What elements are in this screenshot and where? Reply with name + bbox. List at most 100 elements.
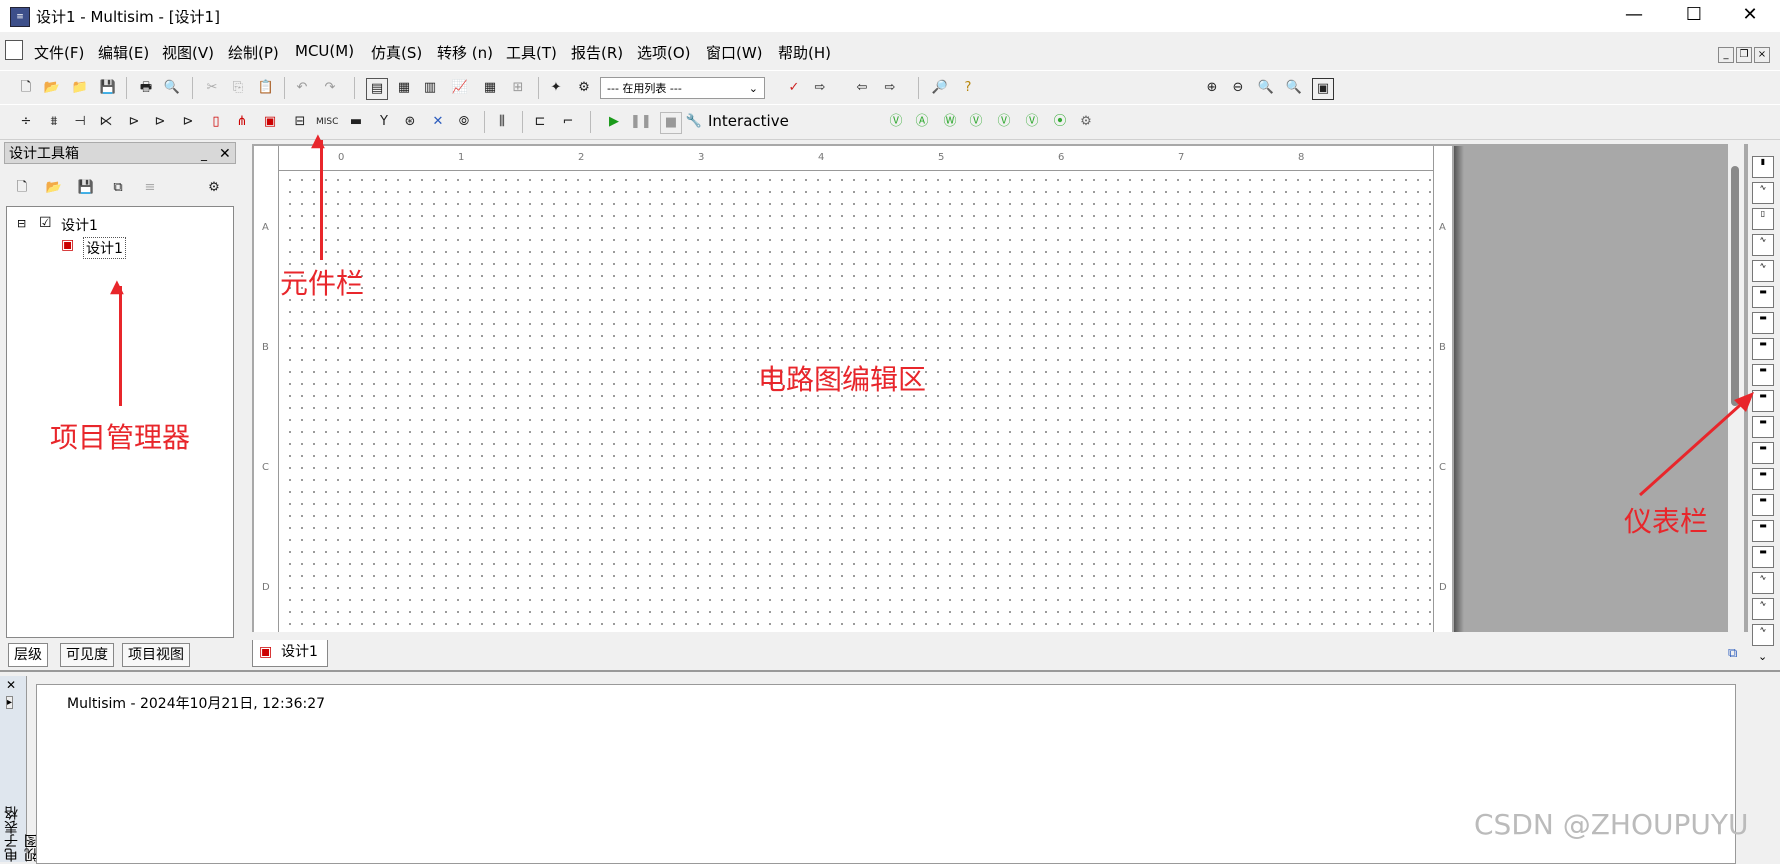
open-sample-icon[interactable]: 📁 bbox=[70, 78, 90, 98]
probe-diff-voltage-icon[interactable]: Ⓥ bbox=[966, 112, 986, 132]
agilent-oscilloscope-icon[interactable]: ∿ bbox=[1752, 572, 1774, 594]
function-generator-icon[interactable]: ∿ bbox=[1752, 182, 1774, 204]
tree-root-item[interactable]: 设计1 bbox=[61, 215, 98, 235]
probe-ground-icon[interactable]: Ⓥ bbox=[1022, 112, 1042, 132]
chevron-down-icon[interactable]: ⌄ bbox=[1758, 650, 1767, 663]
diode-component-icon[interactable]: ⊣ bbox=[70, 112, 90, 132]
minimize-button[interactable]: — bbox=[1604, 0, 1664, 32]
menu-tools[interactable]: 工具(T) bbox=[506, 42, 557, 63]
menu-simulate[interactable]: 仿真(S) bbox=[371, 42, 422, 63]
probe-voltage-icon[interactable]: Ⓥ bbox=[886, 112, 906, 132]
in-use-list-dropdown[interactable]: --- 在用列表 --- ⌄ bbox=[600, 77, 765, 99]
expand-icon[interactable]: ▸ bbox=[6, 696, 14, 709]
menu-transfer[interactable]: 转移 (n) bbox=[437, 42, 493, 63]
panel-float-icon[interactable]: _ bbox=[201, 143, 207, 165]
database-manager-icon[interactable]: ▥ bbox=[420, 78, 440, 98]
menu-place[interactable]: 绘制(P) bbox=[228, 42, 279, 63]
open-design-icon[interactable]: 📂 bbox=[44, 178, 64, 198]
open-file-icon[interactable]: 📂 bbox=[42, 78, 62, 98]
menu-mcu[interactable]: MCU(M) bbox=[295, 42, 354, 60]
zoom-in-icon[interactable]: ⊕ bbox=[1202, 78, 1222, 98]
save-design-icon[interactable]: 💾 bbox=[76, 178, 96, 198]
schematic-workspace[interactable]: 0 1 2 3 4 5 6 7 8 A B C D A B C D bbox=[252, 144, 1748, 632]
tab-hierarchy[interactable]: 层级 bbox=[8, 643, 48, 667]
close-icon[interactable]: ✕ bbox=[6, 678, 16, 692]
close-design-icon[interactable]: ⧉ bbox=[108, 178, 128, 198]
probe-reference-icon[interactable]: Ⓥ bbox=[994, 112, 1014, 132]
full-screen-icon[interactable]: ▣ bbox=[1312, 78, 1334, 100]
advanced-peripherals-icon[interactable]: ▬ bbox=[346, 112, 366, 132]
design-settings-icon[interactable]: ⚙ bbox=[204, 178, 224, 198]
copy-icon[interactable]: ⎘ bbox=[228, 78, 248, 98]
erc-icon[interactable]: ✓ bbox=[784, 78, 804, 98]
print-preview-icon[interactable]: 🔍 bbox=[162, 78, 182, 98]
save-icon[interactable]: 💾 bbox=[98, 78, 118, 98]
probe-power-icon[interactable]: Ⓦ bbox=[940, 112, 960, 132]
electromechanical-icon[interactable]: ⊛ bbox=[400, 112, 420, 132]
oscilloscope-icon[interactable]: ∿ bbox=[1752, 234, 1774, 256]
maximize-button[interactable]: ☐ bbox=[1664, 0, 1724, 32]
new-file-icon[interactable]: 🗋 bbox=[16, 78, 36, 98]
basic-component-icon[interactable]: ⩩ bbox=[44, 112, 64, 132]
misc-component-icon[interactable]: MISC bbox=[316, 112, 338, 132]
back-annotate-icon[interactable]: ⇦ bbox=[852, 78, 872, 98]
transistor-component-icon[interactable]: ⋉ bbox=[96, 112, 116, 132]
ttl-component-icon[interactable]: ⊳ bbox=[150, 112, 170, 132]
tab-project-view[interactable]: 项目视图 bbox=[122, 643, 190, 667]
find-examples-icon[interactable]: 🔎 bbox=[930, 78, 950, 98]
new-design-icon[interactable]: 🗋 bbox=[12, 178, 32, 198]
forward-annotate-icon[interactable]: ⇨ bbox=[880, 78, 900, 98]
hierarchy-icon[interactable]: ⊞ bbox=[508, 78, 528, 98]
word-generator-icon[interactable]: ▬ bbox=[1752, 338, 1774, 360]
four-channel-oscilloscope-icon[interactable]: ∿ bbox=[1752, 260, 1774, 282]
sheet-properties-icon[interactable]: ⧉ bbox=[1728, 646, 1737, 661]
mcu-component-icon[interactable]: ⫼ bbox=[492, 112, 512, 132]
agilent-multimeter-icon[interactable]: ▬ bbox=[1752, 546, 1774, 568]
panel-close-icon[interactable]: ✕ bbox=[219, 143, 231, 165]
labview-instrument-icon[interactable]: ∿ bbox=[1752, 624, 1774, 646]
mdi-close-button[interactable]: × bbox=[1754, 47, 1770, 63]
zoom-out-icon[interactable]: ⊖ bbox=[1228, 78, 1248, 98]
menu-file[interactable]: 文件(F) bbox=[34, 42, 84, 63]
component-wizard-icon[interactable]: ✦ bbox=[546, 78, 566, 98]
rename-design-icon[interactable]: ≡ bbox=[140, 178, 160, 198]
help-icon[interactable]: ? bbox=[958, 78, 978, 98]
logic-converter-icon[interactable]: ▬ bbox=[1752, 364, 1774, 386]
toggle-spreadsheet-icon[interactable]: ▦ bbox=[394, 78, 414, 98]
menu-view[interactable]: 视图(V) bbox=[162, 42, 214, 63]
cmos-component-icon[interactable]: ⊳ bbox=[178, 112, 198, 132]
zoom-area-icon[interactable]: 🔍 bbox=[1256, 78, 1276, 98]
grapher-icon[interactable]: 📈 bbox=[450, 78, 470, 98]
bus-icon[interactable]: ⌐ bbox=[558, 112, 578, 132]
multimeter-icon[interactable]: ▮ bbox=[1752, 156, 1774, 178]
document-icon[interactable] bbox=[5, 40, 23, 60]
document-tab[interactable]: ▣ 设计1 bbox=[252, 640, 328, 667]
pause-icon[interactable]: ❚❚ bbox=[630, 112, 652, 132]
paste-icon[interactable]: 📋 bbox=[256, 78, 276, 98]
menu-help[interactable]: 帮助(H) bbox=[778, 42, 831, 63]
ni-component-icon[interactable]: ✕ bbox=[428, 112, 448, 132]
menu-options[interactable]: 选项(O) bbox=[637, 42, 691, 63]
transfer-to-ultiboard-icon[interactable]: ⇨ bbox=[810, 78, 830, 98]
redo-icon[interactable]: ↷ bbox=[320, 78, 340, 98]
mixed-component-icon[interactable]: ⋔ bbox=[232, 112, 252, 132]
checkbox-icon[interactable]: ☑ bbox=[39, 215, 52, 231]
hierarchical-block-icon[interactable]: ⊏ bbox=[530, 112, 550, 132]
postprocessor-icon[interactable]: ▦ bbox=[480, 78, 500, 98]
bode-plotter-icon[interactable]: ▬ bbox=[1752, 286, 1774, 308]
scrollbar-thumb[interactable] bbox=[1731, 166, 1739, 406]
menu-edit[interactable]: 编辑(E) bbox=[98, 42, 149, 63]
source-component-icon[interactable]: ÷ bbox=[16, 112, 36, 132]
probe-digital-icon[interactable]: ⦿ bbox=[1050, 112, 1070, 132]
stop-icon[interactable]: ■ bbox=[660, 112, 682, 134]
rf-component-icon[interactable]: Y bbox=[374, 112, 394, 132]
menu-window[interactable]: 窗口(W) bbox=[706, 42, 763, 63]
wattmeter-icon[interactable]: ▯ bbox=[1752, 208, 1774, 230]
tree-child-item[interactable]: 设计1 bbox=[83, 237, 126, 259]
cut-icon[interactable]: ✂ bbox=[202, 78, 222, 98]
menu-reports[interactable]: 报告(R) bbox=[571, 42, 623, 63]
canvas-vertical-scrollbar[interactable] bbox=[1728, 144, 1744, 632]
frequency-counter-icon[interactable]: ▬ bbox=[1752, 312, 1774, 334]
probe-settings-icon[interactable]: ⚙ bbox=[1076, 112, 1096, 132]
zoom-sheet-icon[interactable]: 🔍 bbox=[1284, 78, 1304, 98]
